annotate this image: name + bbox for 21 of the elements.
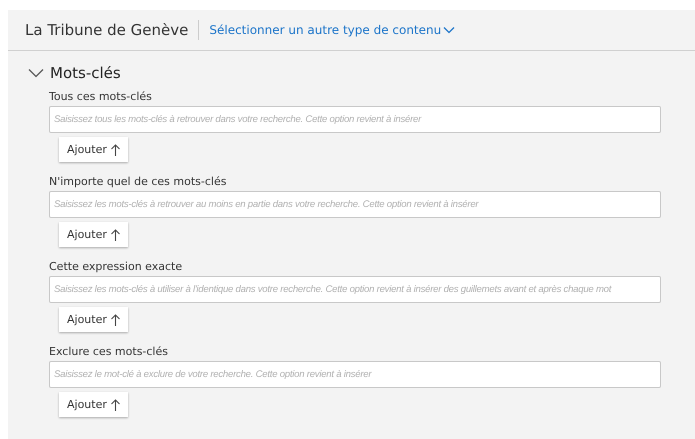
content-type-link[interactable]: Sélectionner un autre type de contenu [209,23,456,37]
field-label: N'importe quel de ces mots-clés [49,175,226,188]
arrow-up-icon [110,144,120,156]
section-toggle[interactable]: Mots-clés [28,63,121,83]
arrow-up-icon [110,398,120,410]
field-label: Exclure ces mots-clés [49,345,168,358]
keyword-input-field[interactable]: Saisissez le mot-clé à exclure de votre recherche. Cette option revient à insérer [49,361,661,388]
add-button[interactable]: Ajouter [59,307,128,332]
keyword-input-field[interactable]: Saisissez tous les mots-clés à retrouver dans votre recherche. Cette option revient à insérer [49,106,661,133]
keyword-input-field[interactable]: Saisissez les mots-clés à utiliser à l'identique dans votre recherche. Cette option revient à insérer des guillemets avant et après chaque mot [49,276,661,303]
add-button[interactable]: Ajouter [59,392,128,417]
field-label: Tous ces mots-clés [49,90,152,103]
add-button[interactable]: Ajouter [59,137,128,162]
field-label: Cette expression exacte [49,260,182,273]
add-button[interactable]: Ajouter [59,222,128,247]
chevron-down-icon [28,68,44,78]
publication-title: La Tribune de Genève [25,21,188,39]
arrow-up-icon [110,228,120,240]
arrow-up-icon [110,314,120,326]
chevron-down-icon [443,26,456,34]
keyword-input-field[interactable]: Saisissez les mots-clés à retrouver au moins en partie dans votre recherche. Cette option revient à insérer [49,191,661,218]
